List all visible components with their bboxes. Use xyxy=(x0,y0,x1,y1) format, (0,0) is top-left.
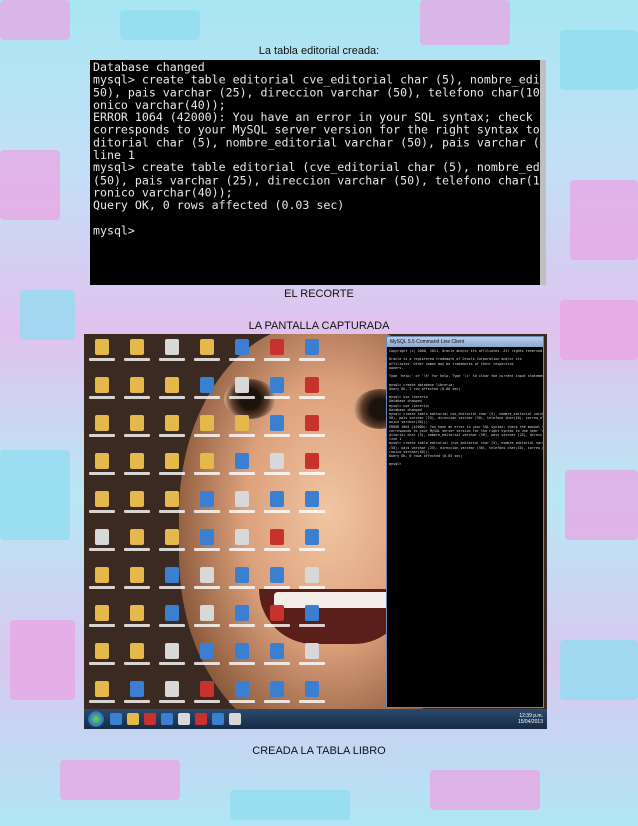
taskbar-app-icon[interactable] xyxy=(127,713,139,725)
desktop-icon[interactable] xyxy=(224,600,259,638)
taskbar-app-icon[interactable] xyxy=(195,713,207,725)
desktop-icon[interactable] xyxy=(224,562,259,600)
desktop-icon[interactable] xyxy=(259,600,294,638)
desktop-icon[interactable] xyxy=(259,562,294,600)
desktop-icon[interactable] xyxy=(224,410,259,448)
desktop-icon[interactable] xyxy=(189,372,224,410)
desktop-icon[interactable] xyxy=(224,448,259,486)
desktop-icon[interactable] xyxy=(224,524,259,562)
desktop-icon[interactable] xyxy=(154,410,189,448)
taskbar-app-icon[interactable] xyxy=(212,713,224,725)
desktop-icon[interactable] xyxy=(154,600,189,638)
desktop-screenshot: MySQL 5.5 Command Line Client Copyright … xyxy=(84,334,547,729)
taskbar-app-icon[interactable] xyxy=(144,713,156,725)
system-tray-clock[interactable]: 12:39 p.m. 15/04/2013 xyxy=(518,713,547,725)
desktop-icon[interactable] xyxy=(189,486,224,524)
desktop-icon[interactable] xyxy=(84,600,119,638)
desktop-icon[interactable] xyxy=(294,638,329,676)
desktop-icon[interactable] xyxy=(119,334,154,372)
desktop-icon[interactable] xyxy=(154,638,189,676)
desktop-icon[interactable] xyxy=(84,524,119,562)
mysql-console-title: MySQL 5.5 Command Line Client xyxy=(390,339,465,345)
clock-date: 15/04/2013 xyxy=(517,719,543,725)
desktop-icon[interactable] xyxy=(119,486,154,524)
mysql-console-text: Copyright (c) 2000, 2011, Oracle and/or … xyxy=(389,349,543,467)
desktop-icon[interactable] xyxy=(84,486,119,524)
desktop-icon[interactable] xyxy=(294,334,329,372)
desktop-icon[interactable] xyxy=(189,562,224,600)
desktop-icon[interactable] xyxy=(294,562,329,600)
caption-recorte: EL RECORTE xyxy=(284,288,354,300)
mysql-console-window[interactable]: MySQL 5.5 Command Line Client Copyright … xyxy=(386,336,544,708)
mysql-console-titlebar[interactable]: MySQL 5.5 Command Line Client xyxy=(387,337,543,347)
desktop-icon[interactable] xyxy=(259,334,294,372)
desktop-icon[interactable] xyxy=(119,448,154,486)
desktop-icon[interactable] xyxy=(294,524,329,562)
desktop-icon[interactable] xyxy=(259,638,294,676)
terminal-crop: Database changed mysql> create table edi… xyxy=(90,60,546,285)
taskbar-app-icon[interactable] xyxy=(161,713,173,725)
desktop-icon[interactable] xyxy=(154,372,189,410)
desktop-icon[interactable] xyxy=(259,448,294,486)
caption-pantalla: LA PANTALLA CAPTURADA xyxy=(248,320,390,332)
taskbar: 12:39 p.m. 15/04/2013 xyxy=(84,709,547,729)
desktop-icon[interactable] xyxy=(259,524,294,562)
desktop-icon[interactable] xyxy=(119,410,154,448)
desktop-icon[interactable] xyxy=(84,448,119,486)
desktop-icon[interactable] xyxy=(154,448,189,486)
desktop-icon[interactable] xyxy=(259,410,294,448)
desktop-icon[interactable] xyxy=(84,410,119,448)
desktop-icon[interactable] xyxy=(259,372,294,410)
desktop-icon[interactable] xyxy=(189,334,224,372)
start-button-icon[interactable] xyxy=(88,711,104,727)
caption-bottom: CREADA LA TABLA LIBRO xyxy=(252,745,386,757)
desktop-icon[interactable] xyxy=(119,600,154,638)
desktop-icon[interactable] xyxy=(154,486,189,524)
desktop-icon[interactable] xyxy=(259,486,294,524)
desktop-icon[interactable] xyxy=(224,638,259,676)
desktop-icon[interactable] xyxy=(294,372,329,410)
desktop-icon[interactable] xyxy=(84,334,119,372)
taskbar-app-icon[interactable] xyxy=(178,713,190,725)
desktop-icon[interactable] xyxy=(224,334,259,372)
desktop-icons xyxy=(84,334,329,709)
desktop-icon[interactable] xyxy=(84,372,119,410)
desktop-icon[interactable] xyxy=(84,638,119,676)
desktop-icon[interactable] xyxy=(189,448,224,486)
desktop-icon[interactable] xyxy=(119,524,154,562)
desktop-icon[interactable] xyxy=(119,562,154,600)
desktop-icon[interactable] xyxy=(189,524,224,562)
desktop-icon[interactable] xyxy=(224,372,259,410)
desktop-icon[interactable] xyxy=(294,410,329,448)
desktop-icon[interactable] xyxy=(294,486,329,524)
desktop-icon[interactable] xyxy=(294,448,329,486)
desktop-icon[interactable] xyxy=(294,600,329,638)
desktop-icon[interactable] xyxy=(119,638,154,676)
desktop-icon[interactable] xyxy=(189,638,224,676)
desktop-icon[interactable] xyxy=(189,600,224,638)
taskbar-app-icon[interactable] xyxy=(110,713,122,725)
taskbar-app-icon[interactable] xyxy=(229,713,241,725)
caption-top: La tabla editorial creada: xyxy=(258,45,380,57)
desktop-icon[interactable] xyxy=(84,562,119,600)
terminal-text: Database changed mysql> create table edi… xyxy=(93,60,546,238)
desktop-icon[interactable] xyxy=(224,486,259,524)
desktop-icon[interactable] xyxy=(189,410,224,448)
desktop-icon[interactable] xyxy=(154,562,189,600)
desktop-icon[interactable] xyxy=(154,524,189,562)
desktop-icon[interactable] xyxy=(154,334,189,372)
desktop-icon[interactable] xyxy=(119,372,154,410)
